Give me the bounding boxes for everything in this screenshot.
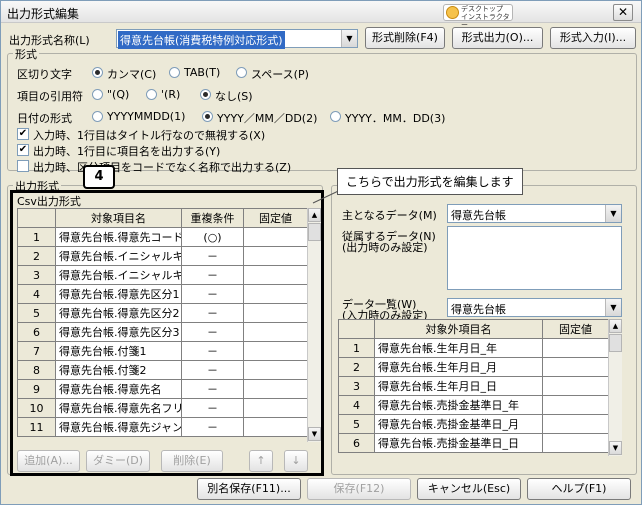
scroll-thumb[interactable] [609,334,622,352]
ignore-title-row-label: 入力時、1行目はタイトル行なので無視する(X) [33,129,266,142]
format-input-button[interactable]: 形式入力(I)... [550,27,636,49]
format-name-value: 得意先台帳(消費税特例対応形式) [118,31,285,49]
row-number: 6 [338,433,375,453]
excluded-item-cell[interactable]: 得意先台帳.売掛金基準日_年 [374,395,543,415]
excluded-item-cell[interactable]: 得意先台帳.生年月日_日 [374,376,543,396]
output-format-edit-window: 出力形式編集 デスクトップ インストラクター ✕ 出力形式名称(L) 得意先台帳(… [0,0,642,505]
scroll-up-icon[interactable]: ▲ [609,319,622,333]
callout-box: こちらで出力形式を編集します [337,168,523,195]
output-item-names-checkbox[interactable]: ✔ [17,144,29,156]
delimiter-comma-label: カンマ(C) [107,68,157,81]
table-row[interactable]: 2 得意先台帳.生年月日_月 [338,357,609,377]
data-list-value: 得意先台帳 [451,303,506,316]
output-category-names-label: 出力時、区分項目をコードでなく名称で出力する(Z) [33,161,292,174]
date-yyyymmdd-radio[interactable] [92,111,103,122]
delimiter-space-label: スペース(P) [251,68,309,81]
output-category-names-checkbox[interactable] [17,160,29,172]
table-row[interactable]: 3 得意先台帳.生年月日_日 [338,376,609,396]
excluded-fixed-value-header: 固定値 [542,319,609,339]
main-data-combo[interactable]: 得意先台帳 ▼ [447,204,622,223]
excluded-fixed-value-cell[interactable] [542,338,609,358]
cancel-button[interactable]: キャンセル(Esc) [417,478,521,500]
delimiter-comma-radio[interactable] [92,67,103,78]
instructor-face-icon [446,6,459,19]
quote-double-radio[interactable] [92,89,103,100]
close-icon[interactable]: ✕ [613,4,633,21]
date-slash-radio[interactable] [202,111,213,122]
window-title: 出力形式編集 [7,7,80,21]
delimiter-label: 区切り文字 [17,68,72,81]
date-yyyymmdd-label: YYYYMMDD(1) [107,110,186,123]
excluded-fixed-value-cell[interactable] [542,357,609,377]
format-group-title: 形式 [13,46,39,62]
excluded-item-cell[interactable]: 得意先台帳.売掛金基準日_月 [374,414,543,434]
help-button[interactable]: ヘルプ(F1) [527,478,631,500]
scroll-down-icon[interactable]: ▼ [609,441,622,455]
row-number: 3 [338,376,375,396]
desktop-instructor-badge[interactable]: デスクトップ インストラクター [443,4,513,29]
delimiter-tab-label: TAB(T) [184,66,221,79]
excluded-items-table: 対象外項目名 固定値 1 得意先台帳.生年月日_年 2 得意先台帳.生年月日_月 3 得意… [338,319,609,453]
main-data-label: 主となるデータ(M) [342,209,437,222]
row-number: 1 [338,338,375,358]
delimiter-tab-radio[interactable] [169,67,180,78]
sub-data-list[interactable] [447,226,622,290]
quote-none-label: なし(S) [215,90,253,103]
quote-double-label: "(Q) [107,88,130,101]
table-row[interactable]: 1 得意先台帳.生年月日_年 [338,338,609,358]
excluded-item-cell[interactable]: 得意先台帳.生年月日_月 [374,357,543,377]
table-row[interactable]: 6 得意先台帳.売掛金基準日_日 [338,433,609,453]
save-as-button[interactable]: 別名保存(F11)... [197,478,301,500]
date-format-label: 日付の形式 [17,112,72,125]
date-slash-label: YYYY／MM／DD(2) [217,112,318,125]
delimiter-space-radio[interactable] [236,67,247,78]
row-number: 5 [338,414,375,434]
excluded-fixed-value-cell[interactable] [542,395,609,415]
output-item-names-label: 出力時、1行目に項目名を出力する(Y) [33,145,221,158]
quote-single-radio[interactable] [146,89,157,100]
row-number: 4 [338,395,375,415]
sub-data-note: (出力時のみ設定) [342,241,428,254]
chevron-down-icon[interactable]: ▼ [605,205,621,222]
excluded-item-cell[interactable]: 得意先台帳.生年月日_年 [374,338,543,358]
date-dot-radio[interactable] [330,111,341,122]
quote-single-label: '(R) [161,88,181,101]
excluded-fixed-value-cell[interactable] [542,414,609,434]
table-row[interactable]: 4 得意先台帳.売掛金基準日_年 [338,395,609,415]
excluded-item-cell[interactable]: 得意先台帳.売掛金基準日_日 [374,433,543,453]
row-number-header [338,319,375,339]
date-dot-label: YYYY．MM．DD(3) [345,112,446,125]
excluded-items-scrollbar[interactable]: ▲ ▼ [608,319,622,456]
main-data-value: 得意先台帳 [451,209,506,222]
excluded-item-header: 対象外項目名 [374,319,543,339]
excluded-fixed-value-cell[interactable] [542,376,609,396]
table-row[interactable]: 5 得意先台帳.売掛金基準日_月 [338,414,609,434]
format-delete-button[interactable]: 形式削除(F4) [365,27,445,49]
row-number: 2 [338,357,375,377]
chevron-down-icon[interactable]: ▼ [605,299,621,316]
step-number-badge: 4 [83,165,115,189]
ignore-title-row-checkbox[interactable]: ✔ [17,128,29,140]
badge-line-1: デスクトップ [461,5,503,13]
data-list-combo[interactable]: 得意先台帳 ▼ [447,298,622,317]
format-name-combo[interactable]: 得意先台帳(消費税特例対応形式) ▼ [116,29,358,49]
title-bar: 出力形式編集 デスクトップ インストラクター ✕ [1,1,641,29]
edit-area-highlight [10,190,324,476]
format-output-button[interactable]: 形式出力(O)... [452,27,543,49]
quote-label: 項目の引用符 [17,90,83,103]
excluded-items-header-row: 対象外項目名 固定値 [338,319,609,339]
quote-none-radio[interactable] [200,89,211,100]
chevron-down-icon[interactable]: ▼ [341,30,357,47]
save-button[interactable]: 保存(F12) [307,478,411,500]
excluded-fixed-value-cell[interactable] [542,433,609,453]
